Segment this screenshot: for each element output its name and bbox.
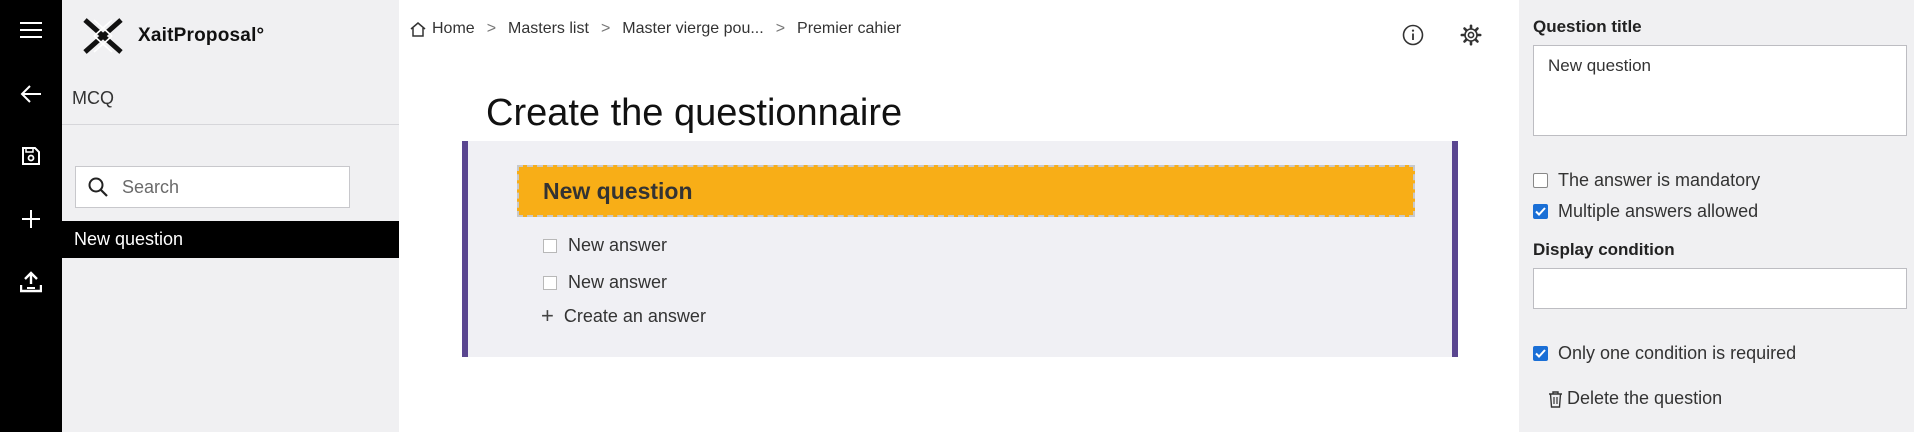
delete-question-label: Delete the question [1567,388,1723,408]
menu-icon [20,22,42,38]
plus-icon: + [541,303,554,328]
navigation-panel: XaitProposal° MCQ New question [62,0,399,432]
brand-name: XaitProposal° [138,25,265,46]
back-button[interactable] [0,74,62,114]
nav-divider [62,124,399,125]
one-condition-label: Only one condition is required [1558,343,1797,363]
back-arrow-icon [20,85,41,103]
breadcrumb-current: Premier cahier [797,20,902,37]
delete-question-button[interactable]: Delete the question [1548,388,1722,409]
answer-label: New answer [568,235,668,255]
question-header[interactable]: New question [517,165,1415,217]
answer-checkbox[interactable] [543,275,557,290]
breadcrumb: Home > Masters list > Master vierge pou.… [410,20,901,38]
question-title-field[interactable]: New question [1533,45,1907,136]
breadcrumb-masters-list[interactable]: Masters list [508,20,589,38]
multiple-answers-label: Multiple answers allowed [1558,201,1759,221]
breadcrumb-separator: > [775,20,786,37]
plus-icon [22,210,40,228]
save-button[interactable] [0,136,62,176]
breadcrumb-separator: > [486,20,497,37]
left-rail [0,0,62,432]
mandatory-checkbox[interactable] [1533,173,1548,188]
multiple-answers-checkbox[interactable] [1533,204,1548,219]
properties-panel: Question title New question The answer i… [1519,0,1914,432]
brand: XaitProposal° [82,18,264,54]
nav-section-title: MCQ [72,88,114,108]
settings-button[interactable] [1456,20,1486,50]
home-icon [410,21,426,37]
breadcrumb-home[interactable]: Home [432,20,475,38]
create-answer-label: Create an answer [563,305,706,326]
search-icon [76,177,120,197]
upload-icon [20,271,42,293]
answer-item[interactable]: New answer [543,235,667,256]
xait-logo-icon [83,18,123,54]
add-button[interactable] [0,199,62,239]
mandatory-option[interactable]: The answer is mandatory [1533,170,1760,191]
page-title: Create the questionnaire [486,92,903,134]
one-condition-option[interactable]: Only one condition is required [1533,343,1796,364]
one-condition-checkbox[interactable] [1533,346,1548,361]
search-input[interactable] [120,175,330,199]
menu-button[interactable] [0,10,62,50]
trash-icon [1549,390,1562,408]
display-condition-label: Display condition [1533,240,1675,259]
breadcrumb-separator: > [600,20,611,37]
nav-item-new-question[interactable]: New question [62,221,399,258]
question-title-label: Question title [1533,17,1642,36]
answer-label: New answer [568,272,668,292]
create-answer-button[interactable]: + Create an answer [541,305,706,327]
question-card: New question New answer New answer + Cre… [462,141,1458,357]
mandatory-label: The answer is mandatory [1558,170,1761,190]
info-icon [1402,24,1424,46]
multiple-answers-option[interactable]: Multiple answers allowed [1533,201,1758,222]
gear-icon [1460,24,1482,46]
upload-button[interactable] [0,262,62,302]
save-icon [22,147,40,165]
display-condition-field[interactable] [1533,268,1907,309]
search-box[interactable] [75,166,350,208]
answer-checkbox[interactable] [543,238,557,253]
answer-item[interactable]: New answer [543,272,667,293]
breadcrumb-master[interactable]: Master vierge pou... [622,20,763,38]
info-button[interactable] [1398,20,1428,50]
checkmark-icon [1535,207,1546,216]
checkmark-icon [1535,349,1546,358]
